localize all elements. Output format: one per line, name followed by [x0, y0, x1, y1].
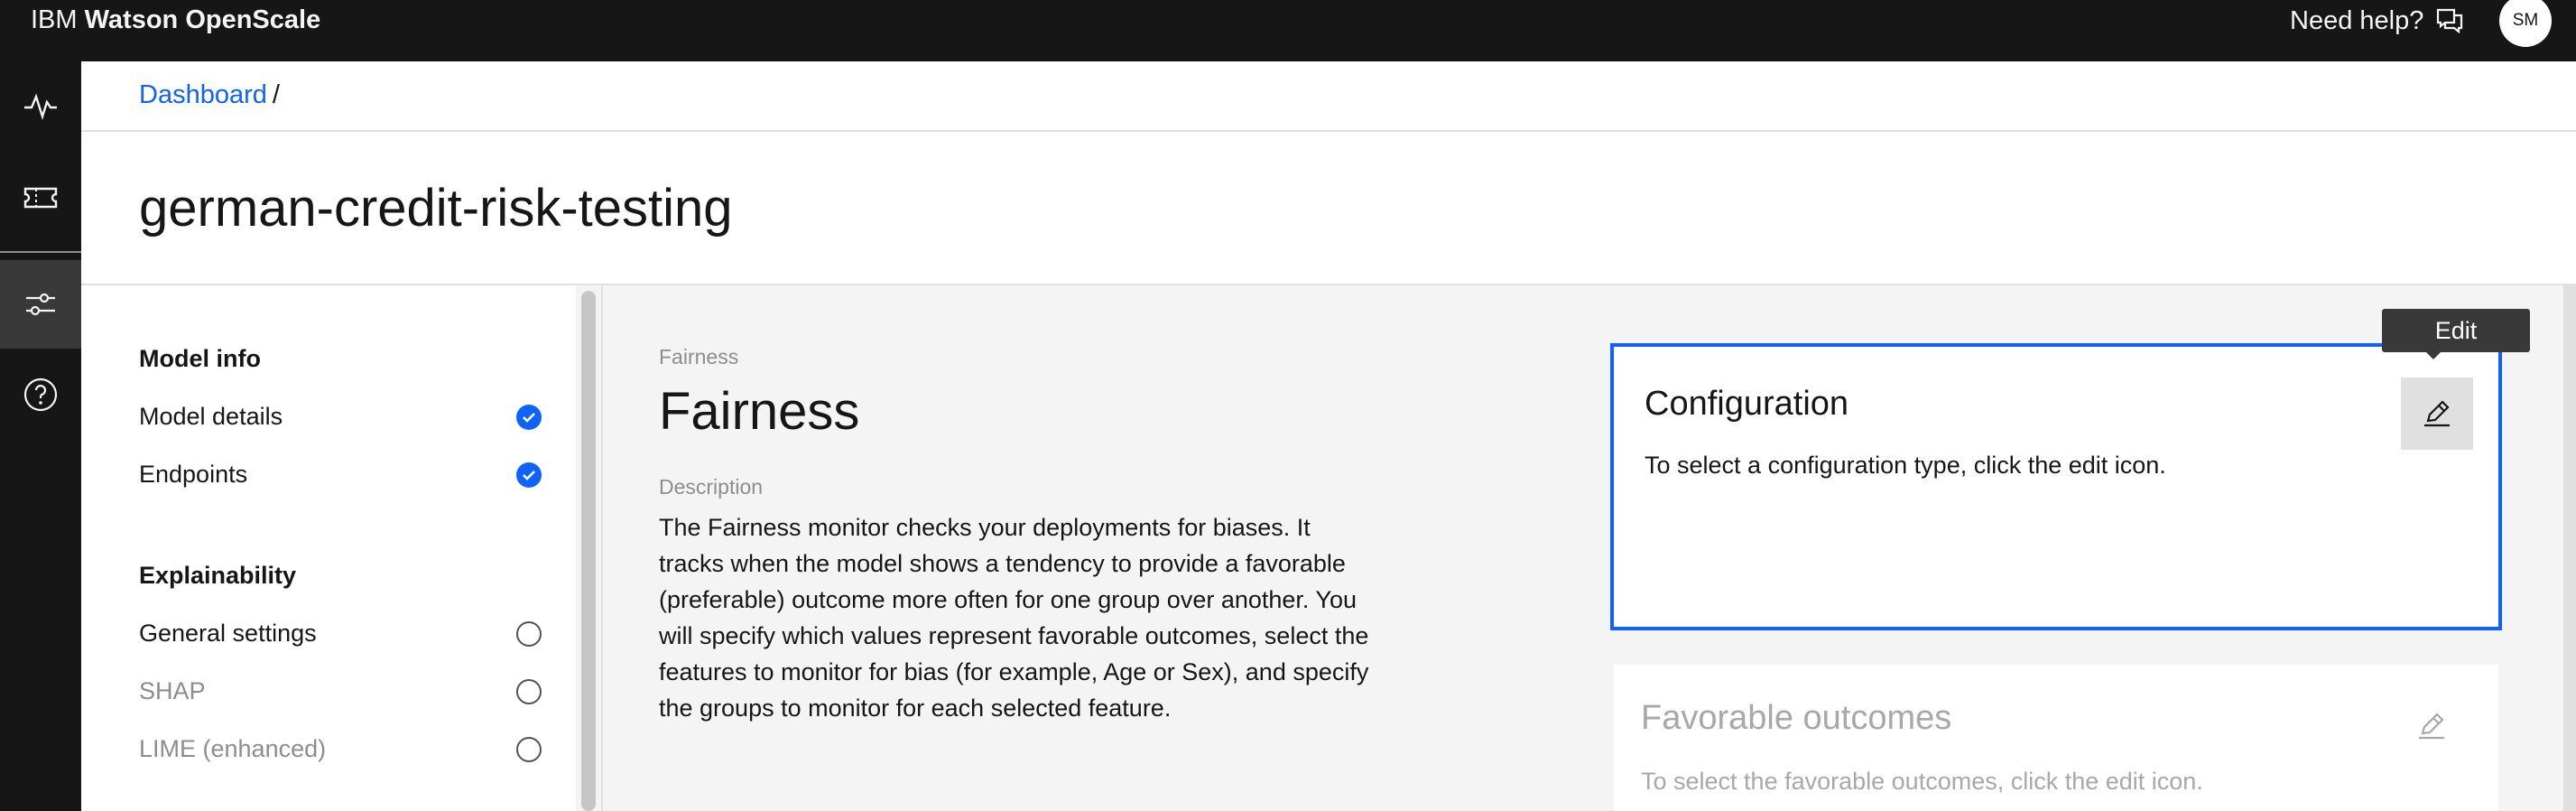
page-title: german-credit-risk-testing — [139, 179, 733, 238]
edit-tooltip: Edit — [2382, 309, 2530, 352]
nav-item-general-settings[interactable]: General settings — [139, 618, 317, 648]
ticket-icon — [23, 187, 58, 209]
nav-item-model-details[interactable]: Model details — [139, 401, 283, 432]
brand-prefix: IBM — [31, 5, 78, 34]
left-nav-scroll-thumb[interactable] — [581, 291, 596, 811]
monitor-title: Fairness — [659, 382, 860, 441]
left-nav: Model info Model details Endpoints Expla… — [81, 285, 576, 811]
checkmark-filled-icon — [516, 462, 542, 488]
configuration-tile[interactable]: Configuration To select a configuration … — [1610, 343, 2502, 630]
sliders-icon — [26, 293, 55, 316]
rail-configure-button[interactable] — [0, 260, 81, 349]
nav-heading-explainability: Explainability — [139, 562, 297, 589]
breadcrumb-separator: / — [272, 80, 280, 109]
configuration-text: To select a configuration type, click th… — [1645, 452, 2166, 479]
incomplete-circle-icon — [516, 737, 542, 762]
rail-divider — [0, 251, 81, 253]
header-divider — [81, 130, 2576, 132]
activity-icon — [24, 93, 57, 120]
tooltip-arrow — [2424, 350, 2442, 359]
checkmark-filled-icon — [516, 405, 542, 430]
top-bar: IBM Watson OpenScale Need help? SM — [0, 0, 2576, 61]
help-icon — [23, 378, 58, 412]
edit-icon[interactable] — [2414, 708, 2450, 744]
breadcrumb-dashboard-link[interactable]: Dashboard — [139, 80, 267, 109]
favorable-outcomes-text: To select the favorable outcomes, click … — [1641, 768, 2203, 795]
nav-item-endpoints[interactable]: Endpoints — [139, 459, 247, 489]
rail-ticket-button[interactable] — [0, 154, 81, 242]
app-brand[interactable]: IBM Watson OpenScale — [31, 4, 320, 36]
favorable-outcomes-tile[interactable]: Favorable outcomes To select the favorab… — [1614, 665, 2498, 811]
description-text: The Fairness monitor checks your deploym… — [659, 514, 1369, 722]
nav-item-shap[interactable]: SHAP — [139, 676, 206, 706]
favorable-outcomes-title: Favorable outcomes — [1641, 699, 1952, 737]
user-avatar[interactable]: SM — [2499, 0, 2552, 47]
need-help-link[interactable]: Need help? — [2290, 5, 2423, 36]
edit-icon — [2424, 400, 2450, 427]
incomplete-circle-icon — [516, 679, 542, 704]
rail-help-button[interactable] — [0, 350, 81, 439]
brand-name: Watson OpenScale — [84, 5, 321, 34]
section-eyebrow: Fairness — [659, 345, 739, 368]
left-rail — [0, 61, 81, 811]
nav-heading-model-info: Model info — [139, 345, 261, 372]
configuration-edit-button[interactable] — [2401, 378, 2473, 450]
configuration-title: Configuration — [1645, 385, 1849, 423]
chat-icon[interactable] — [2434, 7, 2465, 36]
breadcrumb: Dashboard / — [139, 78, 280, 112]
incomplete-circle-icon — [516, 621, 542, 647]
description-label: Description — [659, 475, 764, 499]
rail-activity-button[interactable] — [0, 61, 81, 150]
nav-item-lime[interactable]: LIME (enhanced) — [139, 733, 326, 764]
main-scrollbar[interactable] — [2563, 285, 2576, 811]
